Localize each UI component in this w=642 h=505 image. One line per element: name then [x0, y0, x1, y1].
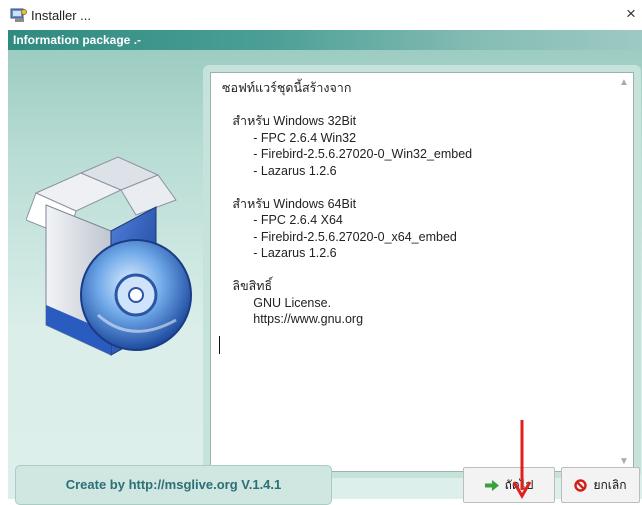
information-textarea[interactable]: ซอฟท์แวร์ชุดนี้สร้างจาก สำหรับ Windows 3…: [210, 72, 634, 472]
software-box-image: [26, 156, 192, 356]
scroll-up-icon[interactable]: ▲: [619, 77, 629, 88]
window-title: Installer ...: [31, 8, 91, 23]
vertical-scrollbar[interactable]: ▲ ▼: [616, 73, 633, 471]
installer-panel: Information package .- ซอฟท์แวร์ชุดนี้สร…: [8, 30, 642, 505]
annotation-arrow-icon: [512, 420, 532, 500]
title-bar: Installer ... ×: [0, 0, 642, 30]
cancel-button-label: ยกเลิก: [593, 477, 627, 492]
prohibited-icon: [574, 478, 588, 492]
next-button[interactable]: ถัดไป: [463, 467, 555, 503]
scroll-down-icon[interactable]: ▼: [619, 456, 629, 467]
green-arrow-right-icon: [484, 479, 499, 491]
information-text: ซอฟท์แวร์ชุดนี้สร้างจาก สำหรับ Windows 3…: [222, 81, 473, 326]
close-icon[interactable]: ×: [626, 5, 636, 23]
credit-text: Create by http://msglive.org V.1.4.1: [65, 477, 282, 492]
credit-panel: Create by http://msglive.org V.1.4.1: [15, 465, 332, 505]
page-title: Information package .-: [13, 33, 142, 47]
installer-app-icon: [10, 8, 27, 22]
text-caret: [219, 336, 220, 354]
cancel-button[interactable]: ยกเลิก: [561, 467, 640, 503]
header-band: Information package .-: [8, 30, 642, 50]
